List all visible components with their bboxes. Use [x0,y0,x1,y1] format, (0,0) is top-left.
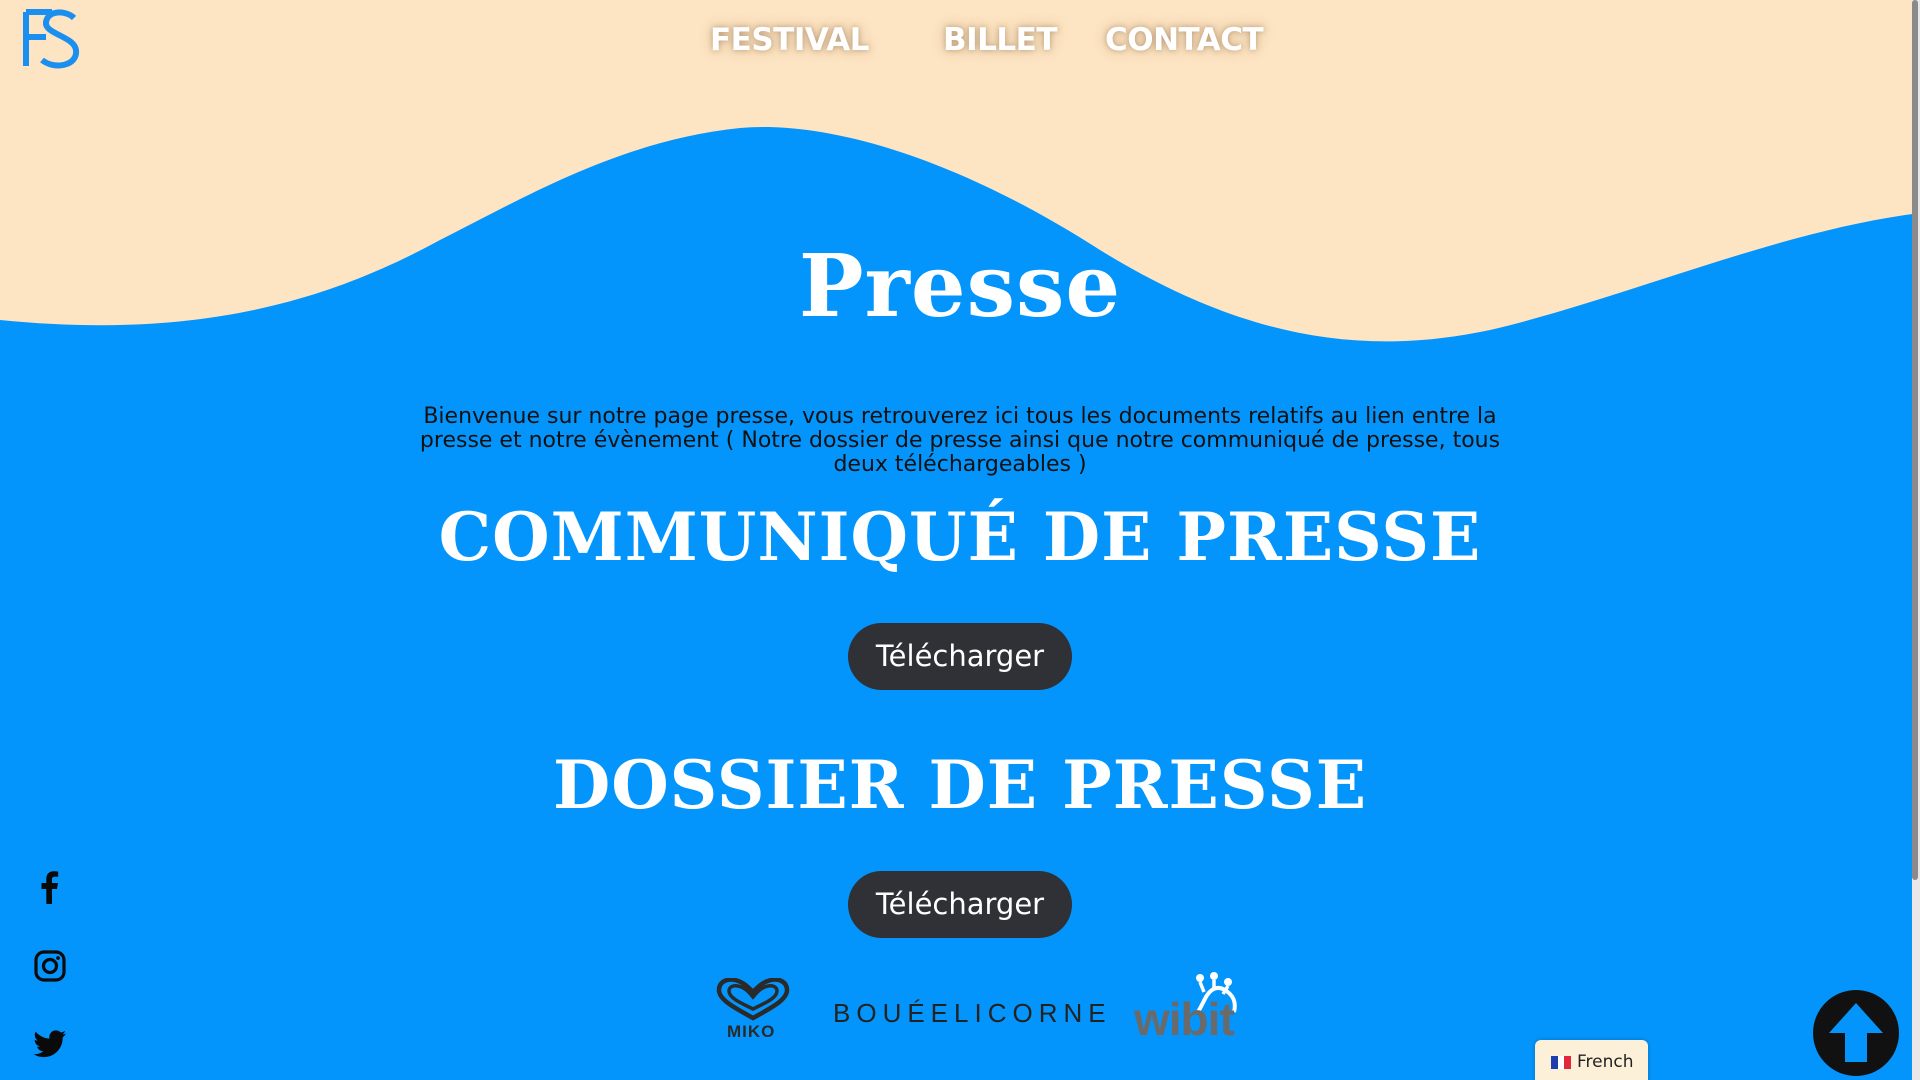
nav-festival[interactable]: FESTIVAL [710,22,870,58]
sponsor-bouee-licorne-logo: BOUÉELICORNE [833,998,1112,1028]
page-scrollbar[interactable] [1912,0,1920,1080]
nav-billet[interactable]: BILLET [943,22,1058,58]
scroll-to-top-button[interactable] [1813,990,1899,1076]
page-title: Presse [798,236,1122,337]
language-label: French [1577,1052,1634,1072]
twitter-icon[interactable] [30,1023,70,1063]
download-dossier-button[interactable]: Télécharger [848,871,1072,938]
sponsor-miko-label: MIKO [727,1022,776,1041]
sponsor-wibit-label: wibit [1134,993,1235,1045]
intro-text: Bienvenue sur notre page presse, vous re… [419,404,1501,477]
arrow-up-icon [1829,1003,1883,1062]
page: FESTIVAL BILLET CONTACT Presse Bienvenue… [0,0,1920,1080]
sponsor-miko-logo: MIKO [715,977,791,1042]
language-switcher[interactable]: French [1535,1040,1648,1080]
heading-dossier: DOSSIER DE PRESSE [552,746,1368,824]
sponsor-wibit-logo: wibit [1134,972,1244,1046]
main-nav: FESTIVAL BILLET CONTACT [0,22,1920,62]
flag-fr-icon [1551,1055,1572,1069]
download-communique-button[interactable]: Télécharger [848,623,1072,690]
nav-contact[interactable]: CONTACT [1105,22,1264,58]
facebook-icon[interactable] [30,868,70,908]
miko-heart-icon [716,977,790,1021]
heading-communique: COMMUNIQUÉ DE PRESSE [438,498,1482,576]
scrollbar-thumb[interactable] [1912,0,1918,880]
instagram-icon[interactable] [30,946,70,986]
